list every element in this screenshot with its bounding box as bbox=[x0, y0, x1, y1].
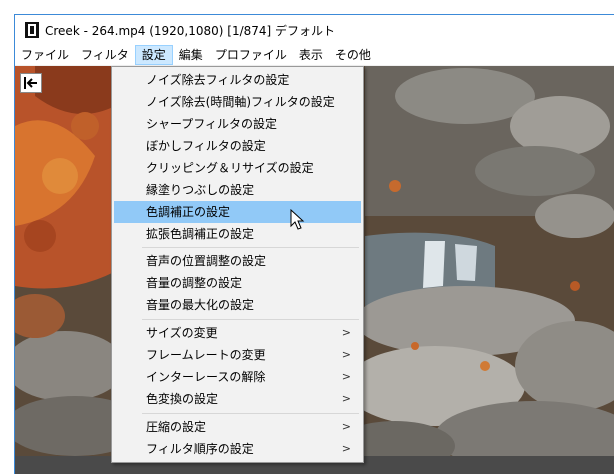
chevron-right-icon: > bbox=[341, 420, 351, 433]
menu-item-compression[interactable]: 圧縮の設定 > bbox=[114, 416, 361, 438]
arrow-left-bar-icon bbox=[24, 77, 37, 89]
menu-settings[interactable]: 設定 bbox=[134, 45, 173, 65]
menu-other[interactable]: その他 bbox=[329, 45, 377, 65]
menu-item-blur-filter[interactable]: ぼかしフィルタの設定 bbox=[114, 135, 361, 157]
menu-filter[interactable]: フィルタ bbox=[75, 45, 135, 65]
mouse-cursor-icon bbox=[290, 209, 305, 230]
menu-separator bbox=[142, 247, 359, 248]
settings-dropdown-menu: ノイズ除去フィルタの設定 ノイズ除去(時間軸)フィルタの設定 シャープフィルタの… bbox=[111, 66, 364, 463]
film-icon bbox=[25, 22, 39, 38]
menu-bar: ファイル フィルタ 設定 編集 プロファイル 表示 その他 bbox=[15, 45, 614, 66]
menu-item-noise-filter[interactable]: ノイズ除去フィルタの設定 bbox=[114, 69, 361, 91]
step-back-button[interactable] bbox=[20, 73, 42, 93]
menu-item-label: フレームレートの変更 bbox=[146, 348, 266, 362]
menu-edit[interactable]: 編集 bbox=[173, 45, 209, 65]
menu-item-label: フィルタ順序の設定 bbox=[146, 442, 254, 456]
menu-item-framerate[interactable]: フレームレートの変更 > bbox=[114, 344, 361, 366]
menu-file[interactable]: ファイル bbox=[15, 45, 75, 65]
menu-item-filter-order[interactable]: フィルタ順序の設定 > bbox=[114, 438, 361, 460]
menu-item-volume-adjust[interactable]: 音量の調整の設定 bbox=[114, 272, 361, 294]
menu-item-label: サイズの変更 bbox=[146, 326, 218, 340]
menu-item-color-conversion[interactable]: 色変換の設定 > bbox=[114, 388, 361, 410]
menu-item-sharpen-filter[interactable]: シャープフィルタの設定 bbox=[114, 113, 361, 135]
menu-separator bbox=[142, 319, 359, 320]
menu-profile[interactable]: プロファイル bbox=[209, 45, 293, 65]
menu-item-border-fill[interactable]: 縁塗りつぶしの設定 bbox=[114, 179, 361, 201]
menu-separator bbox=[142, 413, 359, 414]
title-bar[interactable]: Creek - 264.mp4 (1920,1080) [1/874] デフォル… bbox=[15, 15, 614, 45]
menu-item-label: インターレースの解除 bbox=[146, 370, 266, 384]
menu-item-label: 圧縮の設定 bbox=[146, 420, 207, 434]
menu-item-clipping-resize[interactable]: クリッピング＆リサイズの設定 bbox=[114, 157, 361, 179]
menu-item-extended-color-correction[interactable]: 拡張色調補正の設定 bbox=[114, 223, 361, 245]
menu-item-color-correction[interactable]: 色調補正の設定 bbox=[114, 201, 361, 223]
menu-item-audio-position[interactable]: 音声の位置調整の設定 bbox=[114, 250, 361, 272]
window-title: Creek - 264.mp4 (1920,1080) [1/874] デフォル… bbox=[45, 23, 336, 38]
menu-item-label: 色変換の設定 bbox=[146, 392, 219, 406]
chevron-right-icon: > bbox=[341, 348, 351, 361]
chevron-right-icon: > bbox=[341, 392, 351, 405]
menu-item-resize[interactable]: サイズの変更 > bbox=[114, 322, 361, 344]
menu-item-deinterlace[interactable]: インターレースの解除 > bbox=[114, 366, 361, 388]
menu-item-temporal-noise-filter[interactable]: ノイズ除去(時間軸)フィルタの設定 bbox=[114, 91, 361, 113]
chevron-right-icon: > bbox=[341, 370, 351, 383]
chevron-right-icon: > bbox=[341, 326, 351, 339]
menu-view[interactable]: 表示 bbox=[293, 45, 329, 65]
chevron-right-icon: > bbox=[341, 442, 351, 455]
menu-item-volume-maximize[interactable]: 音量の最大化の設定 bbox=[114, 294, 361, 316]
